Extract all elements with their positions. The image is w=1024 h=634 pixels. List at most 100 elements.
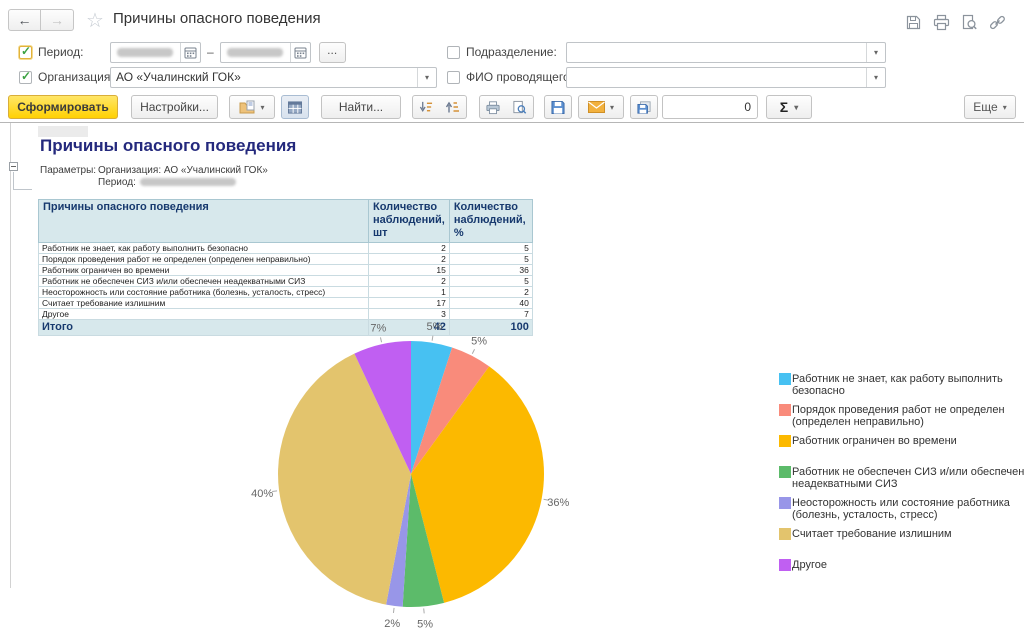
- conductor-checkbox[interactable]: [447, 71, 460, 84]
- print-button[interactable]: [479, 95, 507, 119]
- period-more-button[interactable]: ...: [319, 42, 346, 63]
- organization-value: АО «Учалинский ГОК»: [111, 70, 241, 84]
- pie-percent-label: 5%: [417, 618, 433, 630]
- counter-field[interactable]: 0: [662, 95, 758, 119]
- row-value-cell: 2: [369, 275, 450, 286]
- table-row[interactable]: Работник не знает, как работу выполнить …: [39, 242, 533, 253]
- row-value-cell: 17: [369, 297, 450, 308]
- department-checkbox[interactable]: [447, 46, 460, 59]
- table-row[interactable]: Порядок проведения работ не определен (о…: [39, 253, 533, 264]
- period-checkbox[interactable]: [19, 46, 32, 59]
- chevron-down-icon[interactable]: ▾: [866, 68, 885, 87]
- report-left-border: [10, 123, 11, 588]
- calendar-icon[interactable]: [290, 43, 310, 62]
- group-bracket: [13, 172, 14, 189]
- legend-label: Работник не обеспечен СИЗ и/или обеспече…: [792, 466, 1024, 490]
- chevron-down-icon[interactable]: ▾: [417, 68, 436, 87]
- table-row[interactable]: Считает требование излишним1740: [39, 297, 533, 308]
- row-value-cell: 5: [449, 253, 532, 264]
- group-collapse-toggle[interactable]: [9, 162, 18, 171]
- row-label-cell: Работник не знает, как работу выполнить …: [39, 242, 369, 253]
- organization-checkbox[interactable]: [19, 71, 32, 84]
- legend-swatch-icon: [779, 404, 791, 416]
- pie-percent-label: 40%: [251, 488, 273, 500]
- report-variant-button[interactable]: ▾: [229, 95, 275, 119]
- forward-button[interactable]: →: [41, 9, 74, 31]
- page-title: Причины опасного поведения: [113, 10, 321, 27]
- legend-item: Другое: [779, 559, 1024, 590]
- pie-percent-label: 5%: [471, 335, 487, 347]
- period-range-dash: –: [207, 45, 214, 59]
- legend-label: Порядок проведения работ не определен (о…: [792, 404, 1024, 428]
- save-result-icon: [551, 100, 565, 115]
- table-row[interactable]: Работник ограничен во времени1536: [39, 264, 533, 275]
- legend-swatch-icon: [779, 373, 791, 385]
- back-button[interactable]: ←: [8, 9, 41, 31]
- mail-icon: [588, 101, 605, 113]
- pie-percent-label: 2%: [384, 618, 400, 630]
- report-parameters: Параметры: Организация: АО «Учалинский Г…: [40, 165, 268, 189]
- report-table-body: Работник не знает, как работу выполнить …: [39, 242, 533, 319]
- parameter-organization: Организация: АО «Учалинский ГОК»: [98, 165, 268, 177]
- more-button[interactable]: Еще ▾: [964, 95, 1016, 119]
- save-icon[interactable]: [905, 14, 922, 31]
- link-icon[interactable]: [989, 14, 1006, 31]
- favorite-star-icon[interactable]: ☆: [86, 8, 104, 33]
- conductor-combo[interactable]: ▾: [566, 67, 886, 88]
- chevron-down-icon[interactable]: ▾: [866, 43, 885, 62]
- toolbar-separator: [0, 122, 1024, 123]
- column-header-percent: Количество наблюдений, %: [449, 200, 532, 243]
- period-from-field[interactable]: [110, 42, 201, 63]
- legend-item: Считает требование излишним: [779, 528, 1024, 559]
- row-value-cell: 2: [449, 286, 532, 297]
- report-variant-icon: [239, 100, 255, 115]
- table-row[interactable]: Работник не обеспечен СИЗ и/или обеспече…: [39, 275, 533, 286]
- print-icon[interactable]: [933, 14, 950, 31]
- row-value-cell: 1: [369, 286, 450, 297]
- period-from-redacted-value: [117, 48, 173, 57]
- table-row[interactable]: Неосторожность или состояние работника (…: [39, 286, 533, 297]
- legend-label: Неосторожность или состояние работника (…: [792, 497, 1024, 521]
- pie-label-tick: [432, 336, 433, 341]
- report-title: Причины опасного поведения: [40, 136, 296, 156]
- row-label-cell: Работник не обеспечен СИЗ и/или обеспече…: [39, 275, 369, 286]
- collapse-groups-button[interactable]: [412, 95, 440, 119]
- department-combo[interactable]: ▾: [566, 42, 886, 63]
- print-preview-button[interactable]: [506, 95, 534, 119]
- pie-percent-label: 7%: [370, 323, 386, 335]
- period-to-field[interactable]: [220, 42, 311, 63]
- forward-arrow-icon: →: [50, 12, 64, 28]
- preview-icon[interactable]: [961, 14, 978, 31]
- calendar-icon[interactable]: [180, 43, 200, 62]
- chevron-down-icon: ▾: [1003, 103, 1007, 112]
- generate-button[interactable]: Сформировать: [8, 95, 118, 119]
- row-value-cell: 5: [449, 242, 532, 253]
- legend-swatch-icon: [779, 528, 791, 540]
- print-preview-icon: [512, 100, 527, 115]
- parameter-period: Период:: [98, 177, 268, 189]
- send-mail-button[interactable]: ▾: [578, 95, 624, 119]
- row-label-cell: Неосторожность или состояние работника (…: [39, 286, 369, 297]
- row-value-cell: 5: [449, 275, 532, 286]
- print-icon: [486, 100, 500, 115]
- pie-label-tick: [472, 349, 474, 353]
- organization-combo[interactable]: АО «Учалинский ГОК» ▾: [110, 67, 437, 88]
- row-label-cell: Считает требование излишним: [39, 297, 369, 308]
- table-header-row: Причины опасного поведения Количество на…: [39, 200, 533, 243]
- save-result-button[interactable]: [544, 95, 572, 119]
- legend-swatch-icon: [779, 497, 791, 509]
- settings-button[interactable]: Настройки...: [131, 95, 218, 119]
- column-header-cause: Причины опасного поведения: [39, 200, 369, 243]
- back-arrow-icon: ←: [18, 12, 32, 28]
- legend-label: Считает требование излишним: [792, 528, 1024, 540]
- legend-swatch-icon: [779, 559, 791, 571]
- chart-legend: Работник не знает, как работу выполнить …: [779, 373, 1024, 590]
- history-nav: ← →: [8, 9, 74, 31]
- table-grid-button[interactable]: [281, 95, 309, 119]
- report-toolbar: Сформировать Настройки... ▾ Найти... ▾ 0…: [0, 92, 1024, 122]
- pie-chart: 5%5%36%5%2%40%7%: [251, 314, 571, 634]
- save-as-button[interactable]: [630, 95, 658, 119]
- expand-groups-button[interactable]: [439, 95, 467, 119]
- sum-button[interactable]: Σ ▾: [766, 95, 812, 119]
- find-button[interactable]: Найти...: [321, 95, 401, 119]
